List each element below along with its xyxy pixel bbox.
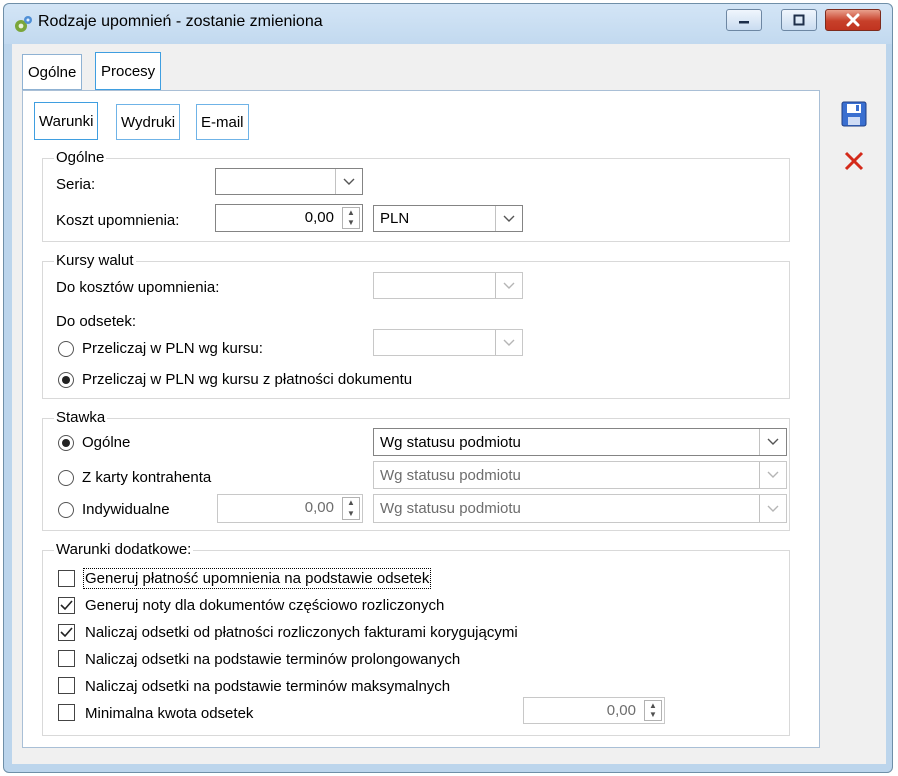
chevron-down-icon[interactable] xyxy=(759,429,786,455)
radio-rate-general-label: Ogólne xyxy=(82,434,131,451)
checkbox-min-interest[interactable] xyxy=(58,704,75,721)
save-icon xyxy=(841,101,867,127)
checkbox-interest-max[interactable] xyxy=(58,677,75,694)
radio-rate-individual-label: Indywidualne xyxy=(82,501,170,518)
checkbox-generate-notes-label: Generuj noty dla dokumentów częściowo ro… xyxy=(85,597,445,614)
maximize-icon xyxy=(793,14,805,26)
costs-rate-select[interactable] xyxy=(373,272,523,299)
spin-arrows-icon[interactable]: ▲ ▼ xyxy=(342,207,360,229)
checkmark-icon xyxy=(60,627,73,638)
save-button[interactable] xyxy=(840,100,868,128)
radio-rate-individual[interactable] xyxy=(58,502,74,518)
group-general-legend: Ogólne xyxy=(54,149,107,166)
interest-rate-label: Do odsetek: xyxy=(56,313,137,330)
rate-contractor-select[interactable]: Wg statusu podmiotu xyxy=(373,461,787,489)
tab-warunki[interactable]: Warunki xyxy=(34,102,99,140)
checkbox-generate-notes[interactable] xyxy=(58,597,75,614)
checkbox-interest-prolonged[interactable] xyxy=(58,650,75,667)
tab-email[interactable]: E-mail xyxy=(196,104,249,140)
gear-app-icon xyxy=(15,16,32,32)
cancel-icon xyxy=(844,151,864,171)
radio-rate-contractor[interactable] xyxy=(58,470,74,486)
checkbox-min-interest-label: Minimalna kwota odsetek xyxy=(85,705,254,722)
group-extra-legend: Warunki dodatkowe: xyxy=(54,541,194,558)
costs-rate-label: Do kosztów upomnienia: xyxy=(56,279,220,296)
group-rates-legend: Kursy walut xyxy=(54,252,136,269)
tab-ogolne-label: Ogólne xyxy=(28,63,77,81)
minimize-button[interactable] xyxy=(726,9,762,31)
tab-procesy[interactable]: Procesy xyxy=(95,52,162,90)
koszt-input[interactable]: 0,00 ▲ ▼ xyxy=(215,204,363,232)
chevron-down-icon[interactable] xyxy=(759,462,786,488)
radio-rate-manual[interactable] xyxy=(58,341,74,357)
maximize-button[interactable] xyxy=(781,9,817,31)
tab-warunki-label: Warunki xyxy=(39,112,94,130)
currency-select[interactable]: PLN xyxy=(373,205,523,232)
radio-rate-manual-label: Przeliczaj w PLN wg kursu: xyxy=(82,340,263,357)
radio-rate-contractor-label: Z karty kontrahenta xyxy=(82,469,212,486)
close-button[interactable] xyxy=(825,9,881,31)
rate-individual-select[interactable]: Wg statusu podmiotu xyxy=(373,494,787,523)
chevron-down-icon[interactable] xyxy=(759,495,786,522)
radio-rate-document-label: Przeliczaj w PLN wg kursu z płatności do… xyxy=(82,371,413,388)
group-rate-legend: Stawka xyxy=(54,409,108,426)
radio-rate-general[interactable] xyxy=(58,435,74,451)
window-title: Rodzaje upomnień - zostanie zmieniona xyxy=(38,13,323,30)
tab-email-label: E-mail xyxy=(201,113,244,131)
chevron-down-icon[interactable] xyxy=(495,330,522,355)
min-interest-input[interactable]: 0,00 ▲ ▼ xyxy=(523,697,665,724)
rate-general-value: Wg statusu podmiotu xyxy=(380,433,521,451)
checkmark-icon xyxy=(60,600,73,611)
tab-wydruki[interactable]: Wydruki xyxy=(116,104,181,140)
currency-value: PLN xyxy=(380,210,410,227)
seria-label: Seria: xyxy=(56,176,96,193)
koszt-value: 0,00 xyxy=(304,209,334,226)
tab-wydruki-label: Wydruki xyxy=(121,113,176,131)
minimize-icon xyxy=(739,21,749,24)
rate-contractor-value: Wg statusu podmiotu xyxy=(380,466,521,484)
rate-individual-value: 0,00 xyxy=(304,499,334,516)
min-interest-value: 0,00 xyxy=(606,702,636,719)
tab-ogolne[interactable]: Ogólne xyxy=(22,54,83,90)
cancel-button[interactable] xyxy=(840,147,868,175)
tab-procesy-label: Procesy xyxy=(101,62,156,80)
rate-individual-select-value: Wg statusu podmiotu xyxy=(380,500,521,517)
checkbox-interest-corrections-label: Naliczaj odsetki od płatności rozliczony… xyxy=(85,624,518,641)
rate-individual-input[interactable]: 0,00 ▲ ▼ xyxy=(217,494,363,523)
checkbox-interest-prolonged-label: Naliczaj odsetki na podstawie terminów p… xyxy=(85,651,461,668)
chevron-down-icon[interactable] xyxy=(495,206,522,231)
chevron-down-icon[interactable] xyxy=(335,169,362,194)
checkbox-interest-corrections[interactable] xyxy=(58,624,75,641)
seria-select[interactable] xyxy=(215,168,363,195)
checkbox-generate-payment-label: Generuj płatność upomnienia na podstawie… xyxy=(82,568,432,589)
chevron-down-icon[interactable] xyxy=(495,273,522,298)
rate-general-select[interactable]: Wg statusu podmiotu xyxy=(373,428,787,456)
radio-rate-document[interactable] xyxy=(58,372,74,388)
spin-arrows-icon[interactable]: ▲ ▼ xyxy=(342,497,360,520)
close-icon xyxy=(846,13,860,27)
checkbox-generate-payment[interactable] xyxy=(58,570,75,587)
checkbox-interest-max-label: Naliczaj odsetki na podstawie terminów m… xyxy=(85,678,451,695)
spin-arrows-icon[interactable]: ▲ ▼ xyxy=(644,700,662,721)
interest-rate-select[interactable] xyxy=(373,329,523,356)
koszt-label: Koszt upomnienia: xyxy=(56,212,180,229)
